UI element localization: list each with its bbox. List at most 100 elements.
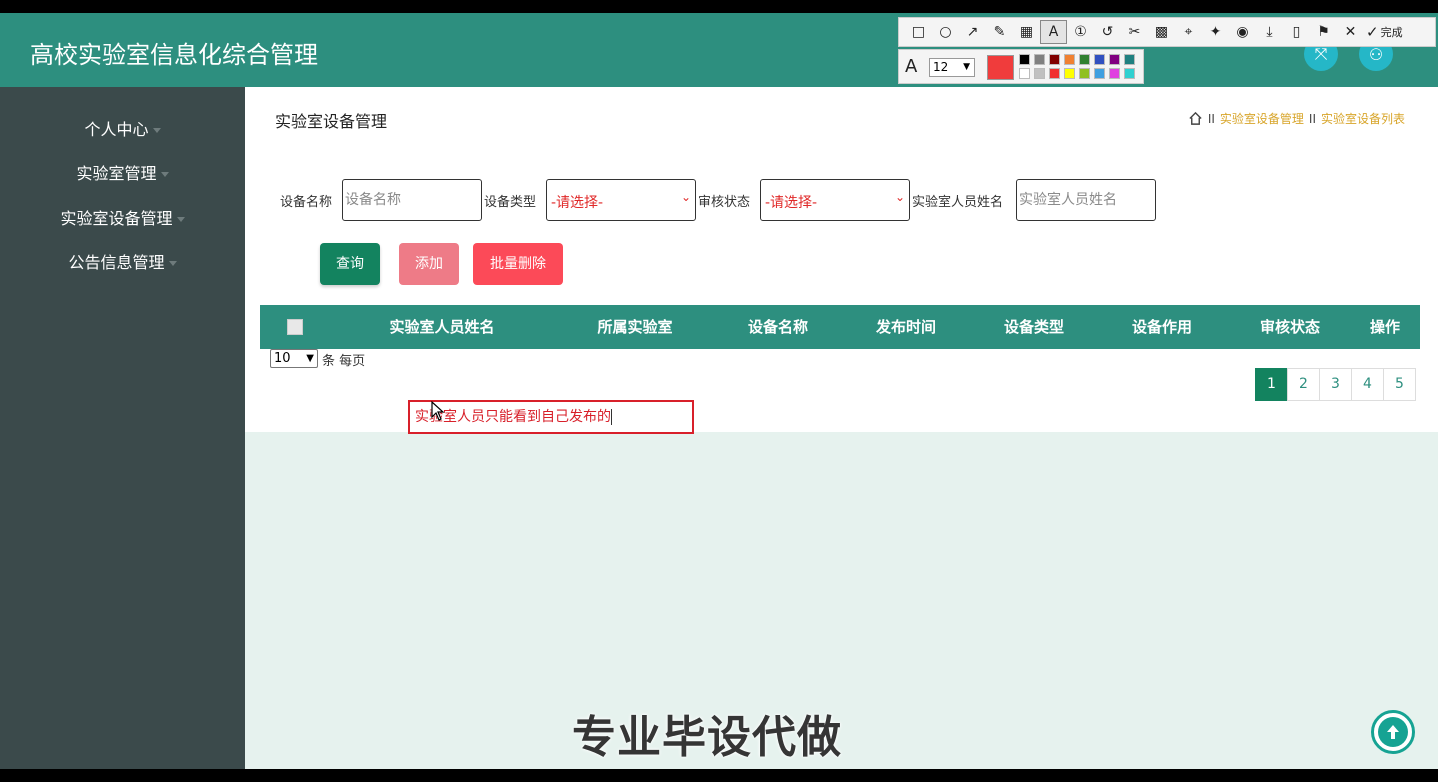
color-swatch[interactable]: [1124, 68, 1135, 79]
bookmark-icon[interactable]: ⚑: [1310, 20, 1337, 44]
table-header: 实验室人员姓名 所属实验室 设备名称 发布时间 设备类型 设备作用 审核状态 操…: [260, 305, 1420, 349]
color-swatch[interactable]: [1064, 68, 1075, 79]
caret-down-icon: [176, 217, 185, 222]
color-swatch[interactable]: [1019, 54, 1030, 65]
color-swatch[interactable]: [1109, 68, 1120, 79]
page-link[interactable]: 4: [1351, 368, 1384, 401]
color-swatch[interactable]: [1079, 54, 1090, 65]
record-icon[interactable]: ◉: [1229, 20, 1256, 44]
download-icon[interactable]: ⤓: [1256, 20, 1283, 44]
scan-icon[interactable]: ⌖: [1175, 20, 1202, 44]
sidebar-item-label: 个人中心: [84, 120, 149, 139]
breadcrumb-item[interactable]: 实验室设备管理: [1220, 110, 1304, 127]
caret-down-icon: [152, 128, 161, 133]
column-staff-name[interactable]: 实验室人员姓名: [372, 305, 512, 349]
staff-name-input[interactable]: [1016, 179, 1156, 221]
color-swatch[interactable]: [1064, 54, 1075, 65]
close-icon[interactable]: ✕: [1337, 20, 1364, 44]
column-publish-time[interactable]: 发布时间: [856, 305, 956, 349]
equipment-type-select[interactable]: -请选择- ⌄: [546, 179, 696, 221]
breadcrumb-item[interactable]: 实验室设备列表: [1321, 110, 1405, 127]
chevron-down-icon: ▼: [963, 62, 970, 72]
breadcrumb-separator: II: [1207, 111, 1215, 126]
sidebar-item-label: 实验室设备管理: [60, 209, 173, 228]
crop-icon[interactable]: ✂: [1121, 20, 1148, 44]
color-swatch[interactable]: [1034, 68, 1045, 79]
caret-down-icon: [160, 172, 169, 177]
column-equipment-name[interactable]: 设备名称: [728, 305, 828, 349]
review-status-label: 审核状态: [698, 195, 751, 210]
caret-down-icon: [168, 261, 177, 266]
sidebar-item-equipment-management[interactable]: 实验室设备管理: [0, 203, 245, 235]
annotation-text-box[interactable]: 实验室人员只能看到自己发布的: [408, 400, 694, 434]
chevron-down-icon: ▼: [306, 353, 314, 364]
sidebar-item-announcement-management[interactable]: 公告信息管理: [0, 247, 245, 279]
column-review-status[interactable]: 审核状态: [1240, 305, 1340, 349]
per-page-label: 条 每页: [322, 354, 366, 369]
scroll-to-top-button[interactable]: [1371, 710, 1415, 754]
text-style-toolbar: A 12 ▼: [898, 49, 1144, 84]
ocr-icon[interactable]: ▩: [1148, 20, 1175, 44]
color-swatch[interactable]: [1124, 54, 1135, 65]
select-value: -请选择-: [765, 195, 818, 211]
color-swatch[interactable]: [1034, 54, 1045, 65]
column-lab[interactable]: 所属实验室: [580, 305, 690, 349]
undo-icon[interactable]: ↺: [1094, 20, 1121, 44]
color-swatch[interactable]: [1109, 54, 1120, 65]
rectangle-icon[interactable]: □: [905, 20, 932, 44]
check-icon: ✓: [1366, 23, 1379, 41]
number-marker-icon[interactable]: ①: [1067, 20, 1094, 44]
font-icon: A: [905, 56, 918, 77]
review-status-select[interactable]: -请选择- ⌄: [760, 179, 910, 221]
equipment-name-label: 设备名称: [280, 195, 333, 210]
color-swatch[interactable]: [1079, 68, 1090, 79]
breadcrumb-separator: II: [1308, 111, 1316, 126]
column-equipment-purpose[interactable]: 设备作用: [1112, 305, 1212, 349]
ellipse-icon[interactable]: ○: [932, 20, 959, 44]
done-label: 完成: [1380, 26, 1403, 39]
query-button[interactable]: 查询: [320, 243, 380, 285]
mosaic-icon[interactable]: ▦: [1013, 20, 1040, 44]
breadcrumb: II 实验室设备管理 II 实验室设备列表: [1188, 110, 1405, 127]
current-color-swatch[interactable]: [987, 55, 1014, 80]
app-frame: 高校实验室信息化综合管理 ⤧ ⚇ 个人中心 实验室管理 实验室设备管理 公告信息…: [0, 13, 1438, 769]
page-link[interactable]: 2: [1287, 368, 1320, 401]
column-actions[interactable]: 操作: [1360, 305, 1410, 349]
column-equipment-type[interactable]: 设备类型: [984, 305, 1084, 349]
page-link[interactable]: 5: [1383, 368, 1416, 401]
page-title: 实验室设备管理: [275, 112, 388, 131]
color-swatch[interactable]: [1049, 54, 1060, 65]
watermark-text: 专业毕设代做: [572, 712, 842, 763]
add-button[interactable]: 添加: [399, 243, 459, 285]
color-swatch[interactable]: [1019, 68, 1030, 79]
chevron-down-icon: ⌄: [680, 190, 691, 204]
batch-delete-button[interactable]: 批量删除: [473, 243, 563, 285]
equipment-name-input[interactable]: [342, 179, 482, 221]
font-size-value: 12: [933, 60, 949, 74]
arrow-icon[interactable]: ↗: [959, 20, 986, 44]
chevron-down-icon: ⌄: [894, 190, 905, 204]
color-swatch[interactable]: [1094, 54, 1105, 65]
select-all-checkbox[interactable]: [287, 319, 303, 335]
color-swatch[interactable]: [1094, 68, 1105, 79]
sidebar: 个人中心 实验室管理 实验室设备管理 公告信息管理: [0, 87, 245, 769]
sidebar-item-label: 实验室管理: [76, 164, 157, 183]
pencil-icon[interactable]: ✎: [986, 20, 1013, 44]
done-button[interactable]: ✓ 完成: [1366, 23, 1403, 41]
page-link[interactable]: 3: [1319, 368, 1352, 401]
home-icon[interactable]: [1188, 111, 1203, 126]
expand-icon: ⤧: [1314, 44, 1328, 63]
sidebar-item-lab-management[interactable]: 实验室管理: [0, 158, 245, 190]
page-size-select[interactable]: 10 ▼: [270, 349, 318, 368]
pin-icon[interactable]: ✦: [1202, 20, 1229, 44]
text-tool-icon[interactable]: A: [1040, 20, 1067, 44]
main-panel: 实验室设备管理 II 实验室设备管理 II 实验室设备列表 设备名称 设备类型 …: [245, 87, 1438, 434]
page-link[interactable]: 1: [1255, 368, 1288, 401]
phone-icon[interactable]: ▯: [1283, 20, 1310, 44]
color-swatch[interactable]: [1049, 68, 1060, 79]
font-size-select[interactable]: 12 ▼: [929, 58, 975, 77]
select-value: -请选择-: [551, 195, 604, 211]
equipment-type-label: 设备类型: [484, 195, 537, 210]
sidebar-item-personal-center[interactable]: 个人中心: [0, 114, 245, 146]
text-caret: [611, 409, 612, 425]
